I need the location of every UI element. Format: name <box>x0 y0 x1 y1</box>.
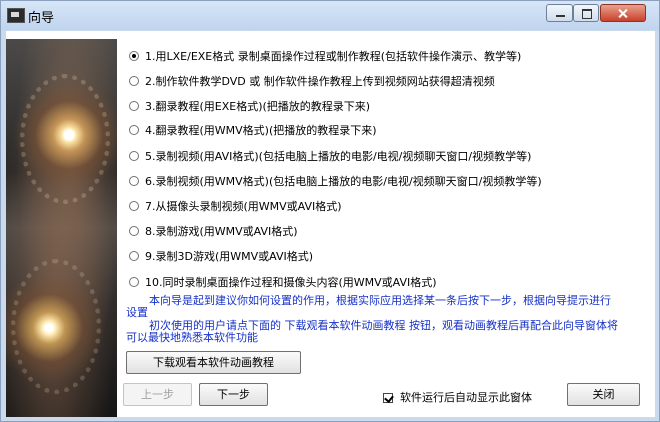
option-label: 9.录制3D游戏(用WMV或AVI格式) <box>145 250 314 263</box>
auto-show-checkbox[interactable] <box>383 393 393 403</box>
option-6[interactable]: 6.录制视频(用WMV格式)(包括电脑上播放的电影/电视/视频聊天窗口/视频教学… <box>129 173 649 191</box>
option-label: 8.录制游戏(用WMV或AVI格式) <box>145 225 298 238</box>
radio-icon[interactable] <box>129 51 139 61</box>
help-text-2: 初次使用的用户请点下面的 下载观看本软件动画教程 按钮，观看动画教程后再配合此向… <box>126 319 618 344</box>
option-label: 6.录制视频(用WMV格式)(包括电脑上播放的电影/电视/视频聊天窗口/视频教学… <box>145 175 542 188</box>
radio-icon[interactable] <box>129 251 139 261</box>
radio-icon[interactable] <box>129 101 139 111</box>
close-window-button[interactable] <box>600 4 646 22</box>
help-text-1: 本向导是起到建议你如何设置的作用，根据实际应用选择某一条后按下一步，根据向导提示… <box>126 294 611 319</box>
option-2[interactable]: 2.制作软件教学DVD 或 制作软件操作教程上传到视频网站获得超清视频 <box>129 73 649 91</box>
next-button[interactable]: 下一步 <box>199 383 268 406</box>
wizard-window: 向导 1.用LXE/EXE格式 录制桌面操作过程或制作教程(包括软件操作演示、教… <box>0 0 660 422</box>
close-button[interactable]: 关闭 <box>567 383 640 406</box>
option-4[interactable]: 4.翻录教程(用WMV格式)(把播放的教程录下来) <box>129 122 649 140</box>
maximize-button[interactable] <box>573 4 599 22</box>
radio-icon[interactable] <box>129 125 139 135</box>
app-icon <box>7 8 25 23</box>
auto-show-label: 软件运行后自动显示此窗体 <box>400 391 532 404</box>
option-label: 7.从摄像头录制视频(用WMV或AVI格式) <box>145 200 342 213</box>
radio-icon[interactable] <box>129 277 139 287</box>
previous-button[interactable]: 上一步 <box>123 383 192 406</box>
radio-icon[interactable] <box>129 226 139 236</box>
option-10[interactable]: 10.同时录制桌面操作过程和摄像头内容(用WMV或AVI格式) <box>129 274 649 292</box>
minimize-button[interactable] <box>546 4 573 22</box>
radio-icon[interactable] <box>129 76 139 86</box>
option-label: 10.同时录制桌面操作过程和摄像头内容(用WMV或AVI格式) <box>145 276 437 289</box>
radio-icon[interactable] <box>129 176 139 186</box>
option-3[interactable]: 3.翻录教程(用EXE格式)(把播放的教程录下来) <box>129 98 649 116</box>
watch-tutorial-button[interactable]: 下载观看本软件动画教程 <box>126 351 301 374</box>
radio-icon[interactable] <box>129 201 139 211</box>
option-7[interactable]: 7.从摄像头录制视频(用WMV或AVI格式) <box>129 198 649 216</box>
radio-icon[interactable] <box>129 151 139 161</box>
option-9[interactable]: 9.录制3D游戏(用WMV或AVI格式) <box>129 248 649 266</box>
window-title: 向导 <box>28 11 55 26</box>
option-5[interactable]: 5.录制视频(用AVI格式)(包括电脑上播放的电影/电视/视频聊天窗口/视频教学… <box>129 148 649 166</box>
option-label: 5.录制视频(用AVI格式)(包括电脑上播放的电影/电视/视频聊天窗口/视频教学… <box>145 150 532 163</box>
option-label: 2.制作软件教学DVD 或 制作软件操作教程上传到视频网站获得超清视频 <box>145 75 495 88</box>
title-bar[interactable]: 向导 <box>1 1 659 30</box>
option-label: 1.用LXE/EXE格式 录制桌面操作过程或制作教程(包括软件操作演示、教学等) <box>145 50 522 63</box>
option-label: 4.翻录教程(用WMV格式)(把播放的教程录下来) <box>145 124 377 137</box>
wizard-content: 1.用LXE/EXE格式 录制桌面操作过程或制作教程(包括软件操作演示、教学等)… <box>6 31 655 417</box>
option-label: 3.翻录教程(用EXE格式)(把播放的教程录下来) <box>145 100 371 113</box>
option-1[interactable]: 1.用LXE/EXE格式 录制桌面操作过程或制作教程(包括软件操作演示、教学等) <box>129 48 649 66</box>
galaxy-image <box>6 39 117 417</box>
option-8[interactable]: 8.录制游戏(用WMV或AVI格式) <box>129 223 649 241</box>
